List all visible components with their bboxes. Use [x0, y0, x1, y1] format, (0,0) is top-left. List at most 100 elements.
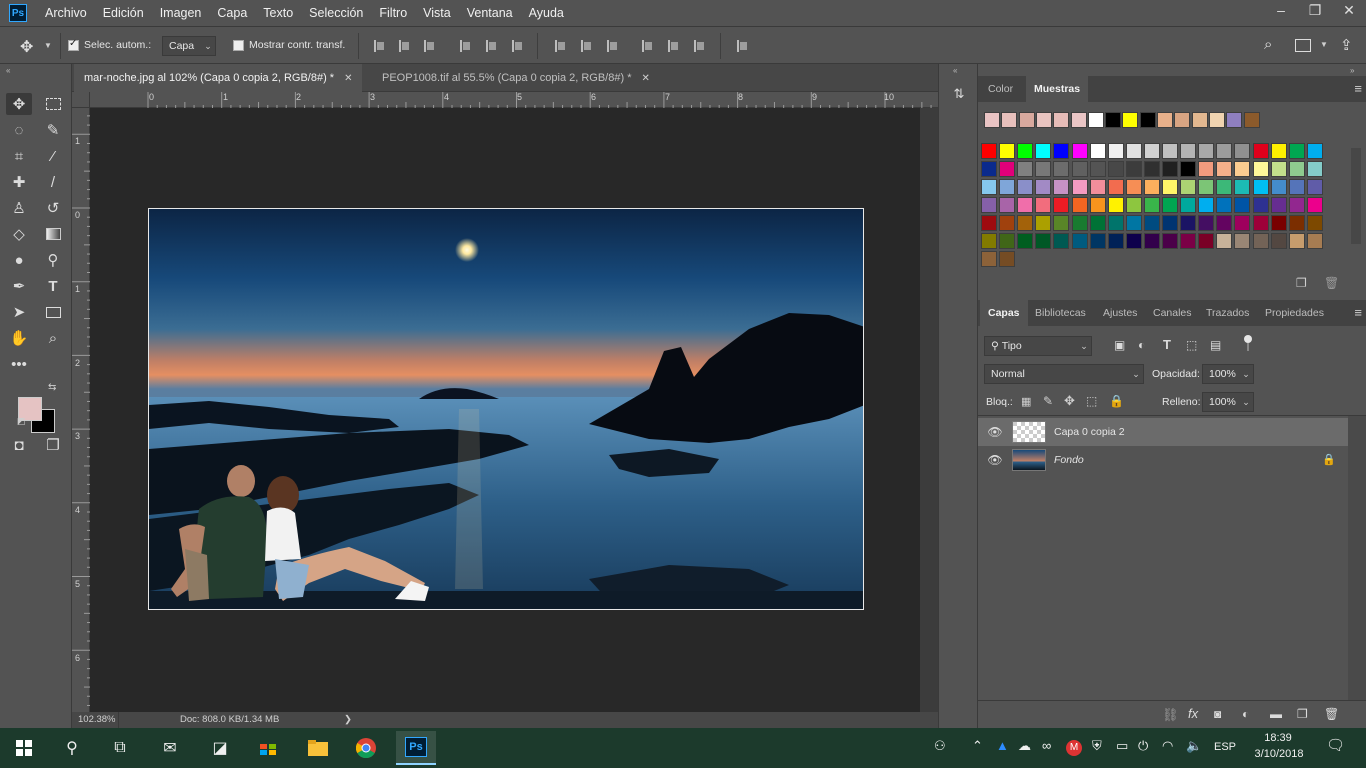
- zoom-tool-icon[interactable]: ⌕: [40, 327, 66, 349]
- new-swatch-icon[interactable]: ❐: [1296, 276, 1307, 290]
- layer-name[interactable]: Fondo: [1054, 454, 1084, 466]
- swatch[interactable]: [1288, 215, 1305, 231]
- swatch[interactable]: [1270, 161, 1287, 177]
- tab-ajustes[interactable]: Ajustes: [1095, 300, 1145, 326]
- swatch[interactable]: [1071, 197, 1088, 213]
- battery-icon[interactable]: ▭: [1116, 738, 1128, 754]
- swatch[interactable]: [1252, 161, 1269, 177]
- people-icon[interactable]: ⚇: [934, 738, 946, 754]
- marquee-tool-icon[interactable]: [40, 93, 66, 115]
- lasso-tool-icon[interactable]: ◌: [6, 119, 32, 141]
- swatch[interactable]: [1252, 179, 1269, 195]
- swatch[interactable]: [1252, 197, 1269, 213]
- swatch[interactable]: [1306, 143, 1323, 159]
- menu-capa[interactable]: Capa: [209, 0, 255, 26]
- recent-swatch[interactable]: [1122, 112, 1139, 128]
- clock-time[interactable]: 18:39: [1258, 732, 1298, 744]
- swatch[interactable]: [1306, 233, 1323, 249]
- swatch[interactable]: [1180, 143, 1197, 159]
- menu-vista[interactable]: Vista: [415, 0, 459, 26]
- swatch[interactable]: [1017, 233, 1034, 249]
- swatch[interactable]: [1180, 179, 1197, 195]
- swatch[interactable]: [1035, 233, 1052, 249]
- menu-ventana[interactable]: Ventana: [459, 0, 521, 26]
- recent-swatch[interactable]: [1087, 112, 1104, 128]
- swatch[interactable]: [1107, 179, 1124, 195]
- align-right-icon[interactable]: [510, 39, 524, 53]
- swatch[interactable]: [1017, 143, 1034, 159]
- swatch[interactable]: [1198, 143, 1215, 159]
- swatch[interactable]: [1071, 233, 1088, 249]
- close-icon[interactable]: ✕: [641, 73, 649, 84]
- swatch[interactable]: [1306, 197, 1323, 213]
- align-hcenter-icon[interactable]: [484, 39, 498, 53]
- antivirus-icon[interactable]: M: [1066, 740, 1082, 756]
- tab-capas[interactable]: Capas: [980, 300, 1028, 326]
- swatch[interactable]: [1234, 215, 1251, 231]
- lock-artboard-icon[interactable]: ⬚: [1086, 394, 1097, 408]
- tab-trazados[interactable]: Trazados: [1198, 300, 1257, 326]
- brush-tool-icon[interactable]: /: [40, 171, 66, 193]
- eye-icon[interactable]: 👁: [986, 453, 1004, 467]
- lock-pixels-icon[interactable]: ✎: [1043, 394, 1053, 408]
- layer-style-icon[interactable]: fx: [1188, 706, 1198, 721]
- auto-select-target-dropdown[interactable]: Capa ⌄: [162, 36, 216, 56]
- swatch[interactable]: [1252, 215, 1269, 231]
- swatch[interactable]: [1053, 233, 1070, 249]
- swatch[interactable]: [1089, 161, 1106, 177]
- swatch[interactable]: [1143, 143, 1160, 159]
- tab-canales[interactable]: Canales: [1145, 300, 1200, 326]
- photoshop-taskbar-icon[interactable]: Ps: [396, 731, 436, 765]
- new-layer-icon[interactable]: ❐: [1297, 707, 1308, 721]
- recent-swatch[interactable]: [984, 112, 1000, 128]
- document-canvas[interactable]: [148, 208, 864, 610]
- swatch[interactable]: [1198, 161, 1215, 177]
- layer-filter-dropdown[interactable]: ⚲ Tipo ⌄: [984, 336, 1092, 356]
- swatch[interactable]: [981, 197, 997, 213]
- swatch[interactable]: [1017, 179, 1034, 195]
- workspace-chevron-icon[interactable]: ▼: [1320, 40, 1328, 49]
- swatch[interactable]: [1053, 161, 1070, 177]
- swatch[interactable]: [981, 251, 997, 267]
- swatch[interactable]: [1143, 215, 1160, 231]
- swatch[interactable]: [1270, 215, 1287, 231]
- tab-muestras[interactable]: Muestras: [1026, 76, 1089, 102]
- pasteboard[interactable]: [90, 108, 920, 712]
- swatch[interactable]: [1234, 197, 1251, 213]
- layer-row-fondo[interactable]: 👁 Fondo 🔒: [978, 446, 1348, 474]
- swatch[interactable]: [1306, 215, 1323, 231]
- swatch[interactable]: [1071, 143, 1088, 159]
- swatch[interactable]: [981, 161, 997, 177]
- swatch[interactable]: [1288, 197, 1305, 213]
- swatch[interactable]: [1216, 215, 1233, 231]
- distribute-right-icon[interactable]: [692, 39, 706, 53]
- distribute-hcenter-icon[interactable]: [666, 39, 680, 53]
- chrome-icon[interactable]: [350, 734, 382, 762]
- swatch[interactable]: [1035, 197, 1052, 213]
- swatch[interactable]: [981, 179, 997, 195]
- recent-swatch[interactable]: [1174, 112, 1191, 128]
- swatch[interactable]: [1270, 179, 1287, 195]
- recent-swatch[interactable]: [1157, 112, 1173, 128]
- clone-stamp-tool-icon[interactable]: ♙: [6, 197, 32, 219]
- status-menu-arrow[interactable]: ❯: [344, 714, 352, 725]
- store-icon[interactable]: [252, 734, 284, 762]
- swatch[interactable]: [1234, 143, 1251, 159]
- recent-swatch[interactable]: [1070, 112, 1087, 128]
- swatch[interactable]: [1198, 197, 1215, 213]
- swatch[interactable]: [1143, 233, 1160, 249]
- swatch[interactable]: [1180, 197, 1197, 213]
- swatch[interactable]: [1180, 215, 1197, 231]
- swatch[interactable]: [1107, 233, 1124, 249]
- blur-tool-icon[interactable]: ●: [6, 249, 32, 271]
- recent-swatch[interactable]: [1208, 112, 1225, 128]
- swatch[interactable]: [1125, 161, 1142, 177]
- recent-swatch[interactable]: [1226, 112, 1243, 128]
- eyedropper-tool-icon[interactable]: ⁄: [40, 145, 66, 167]
- lock-transparent-icon[interactable]: ▦: [1021, 395, 1031, 408]
- swatch[interactable]: [1035, 143, 1052, 159]
- align-vcenter-icon[interactable]: [397, 39, 411, 53]
- filter-smart-object-icon[interactable]: ▤: [1210, 338, 1221, 352]
- link-layers-icon[interactable]: ⛓: [1162, 707, 1179, 723]
- distribute-bottom-icon[interactable]: [605, 39, 619, 53]
